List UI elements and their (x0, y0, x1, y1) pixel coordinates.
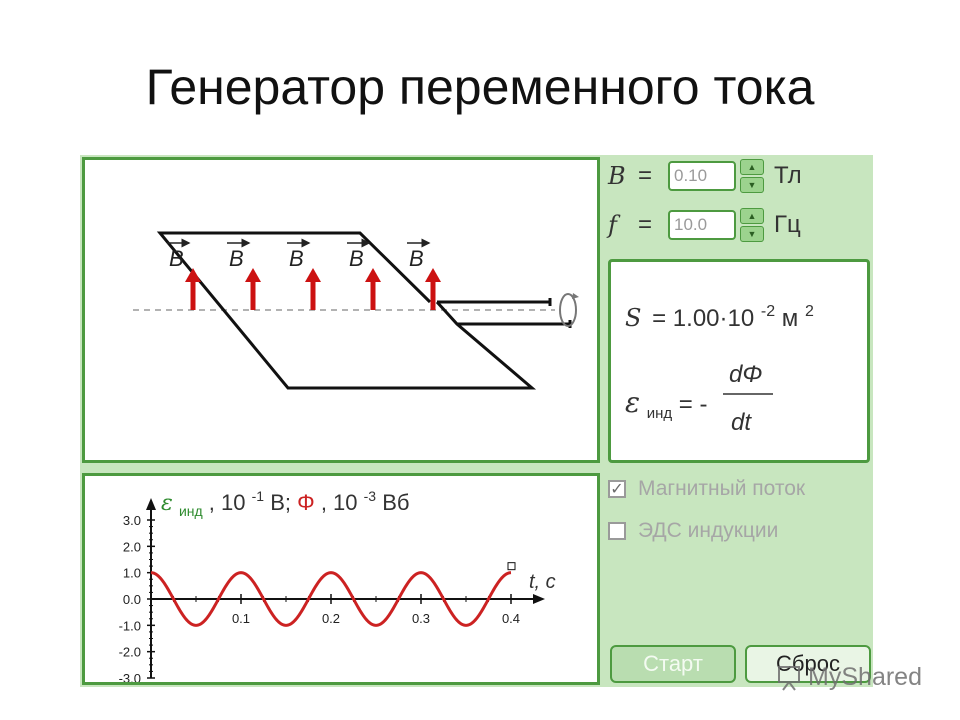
formula-panel: S = 1.00·10 -2 м 2 ε инд = - dΦ dt (608, 259, 870, 463)
b-increment-button[interactable]: ▲ (740, 159, 764, 175)
b-symbol: B (608, 162, 626, 190)
graph-panel: ε инд , 10 -1 В; Φ , 10 -3 Вб t, с 3.0 2.… (82, 473, 600, 686)
area-unit: м (782, 305, 799, 332)
chevron-down-icon: ▼ (747, 229, 757, 239)
start-button[interactable]: Старт (610, 645, 736, 683)
chart-emf-scale: , 10 (209, 490, 246, 515)
y-axis-arrow-icon (146, 498, 156, 510)
chevron-down-icon: ▼ (747, 180, 757, 190)
chevron-up-icon: ▲ (747, 211, 757, 221)
y-tick-label: 2.0 (123, 539, 141, 554)
f-unit: Гц (774, 211, 801, 238)
area-unit-exponent: 2 (805, 303, 814, 320)
field-label: B (169, 246, 184, 271)
f-value-input[interactable] (668, 210, 736, 240)
svg-text:S = 1.00·10: S = 1.00·10 -2 м 2 (625, 295, 814, 332)
generator-scene: B B B B B (133, 231, 579, 390)
chart-flux-unit: Вб (382, 490, 409, 515)
y-tick-label: -3.0 (119, 671, 141, 682)
x-axis-label: t, с (529, 571, 556, 593)
flux-emf-chart: ε инд , 10 -1 В; Φ , 10 -3 Вб t, с 3.0 2.… (119, 481, 556, 686)
area-value: = 1.00·10 (652, 305, 754, 332)
f-decrement-button[interactable]: ▼ (740, 226, 764, 242)
series-end-marker (507, 562, 516, 571)
emf-equals: = - (679, 391, 708, 418)
formula-display: S = 1.00·10 -2 м 2 ε инд = - dΦ dt (625, 295, 814, 436)
x-axis-arrow-icon (533, 594, 545, 604)
fraction-numerator: dΦ (729, 361, 762, 388)
area-exponent: -2 (761, 303, 775, 320)
chevron-up-icon: ▲ (747, 162, 757, 172)
watermark-text: MyShared (808, 663, 922, 691)
flux-checkbox[interactable]: ✓ (608, 480, 626, 498)
y-tick-label: 0.0 (123, 592, 141, 607)
x-tick-label: 0.2 (322, 611, 340, 626)
y-tick-label: 3.0 (123, 513, 141, 528)
emf-checkbox[interactable] (608, 522, 626, 540)
f-spinner: ▲ ▼ (740, 208, 764, 242)
field-labels: B B B B B (167, 238, 431, 271)
checkmark-icon: ✓ (610, 481, 624, 498)
chart-emf-subscript: инд (179, 503, 203, 519)
fraction-denominator: dt (731, 409, 752, 436)
b-spinner: ▲ ▼ (740, 159, 764, 193)
b-control: B = ▲ ▼ Тл (608, 158, 802, 194)
emf-subscript: инд (647, 405, 673, 422)
y-tick-label: 1.0 (123, 566, 141, 581)
flux-checkbox-label: Магнитный поток (638, 477, 806, 500)
field-label: B (289, 246, 304, 271)
scene-panel: B B B B B (82, 157, 600, 463)
x-tick-label: 0.4 (502, 611, 520, 626)
chart-emf-symbol: ε (161, 491, 173, 516)
emf-symbol: ε (625, 386, 640, 419)
f-control: f = ▲ ▼ Гц (608, 207, 801, 243)
f-symbol: f (608, 211, 617, 239)
chart-emf-unit: В; (270, 490, 291, 515)
field-label: B (349, 246, 364, 271)
b-equals: = (638, 162, 653, 189)
checkbox-emf[interactable]: ЭДС индукции (608, 519, 778, 543)
watermark: MyShared (776, 663, 922, 692)
y-tick-label: -1.0 (119, 618, 141, 633)
y-tick-label: -2.0 (119, 645, 141, 660)
x-tick-label: 0.3 (412, 611, 430, 626)
f-increment-button[interactable]: ▲ (740, 208, 764, 224)
svg-text:ε инд , 10: ε инд , 10 -1 В; Φ , 10 -3 Вб (161, 481, 410, 521)
simulation-window: B B B B B B = ▲ ▼ Тл f = ▲ ▼ (80, 155, 873, 687)
svg-text:ε инд = -: ε инд = - (625, 386, 707, 424)
x-tick-label: 0.1 (232, 611, 250, 626)
checkbox-flux[interactable]: ✓ Магнитный поток (608, 477, 805, 501)
b-value-input[interactable] (668, 161, 736, 191)
presentation-icon (778, 665, 801, 691)
field-label: B (229, 246, 244, 271)
f-equals: = (638, 211, 653, 238)
chart-flux-exponent: -3 (364, 488, 377, 504)
chart-emf-exponent: -1 (252, 488, 265, 504)
slide-title: Генератор переменного тока (145, 59, 815, 115)
field-label: B (409, 246, 424, 271)
emf-checkbox-label: ЭДС индукции (638, 519, 779, 542)
area-symbol: S (625, 304, 641, 332)
b-decrement-button[interactable]: ▼ (740, 177, 764, 193)
chart-flux-scale: , 10 (321, 490, 358, 515)
b-unit: Тл (774, 162, 802, 189)
chart-flux-symbol: Φ (297, 490, 315, 515)
